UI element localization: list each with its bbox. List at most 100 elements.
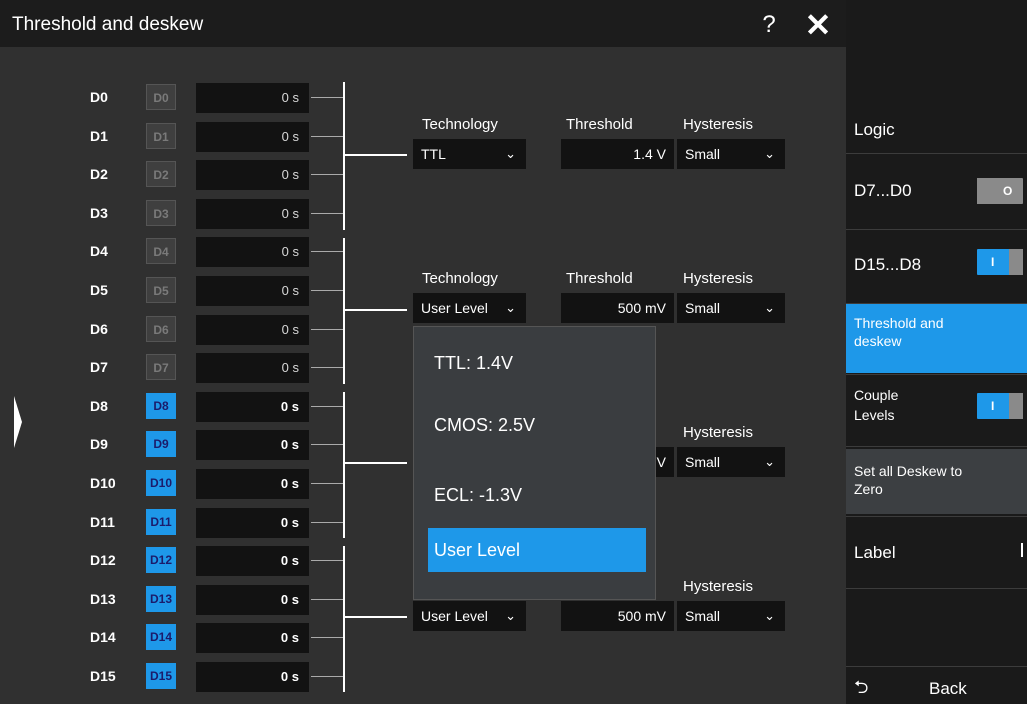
group-bracket (343, 238, 345, 384)
channel-badge: D13 (146, 586, 176, 612)
channel-name: D5 (90, 282, 108, 298)
technology-value: User Level (421, 300, 488, 316)
sidebar-heading: Logic (854, 120, 895, 139)
sidebar-item-couple-levels[interactable]: Couple Levels I (846, 375, 1027, 445)
hysteresis-value: Small (685, 300, 721, 316)
channel-connector (311, 522, 343, 523)
deskew-field[interactable]: 0 s (196, 430, 309, 460)
channel-badge: D1 (146, 123, 176, 149)
technology-option-ttl[interactable]: TTL: 1.4V (428, 341, 646, 385)
channel-badge: D6 (146, 316, 176, 342)
hysteresis-label: Hysteresis (683, 578, 754, 595)
hysteresis-dropdown[interactable]: Small ⌄ (677, 139, 785, 169)
edit-cursor-icon (1021, 543, 1023, 557)
sidebar-item-label: Label (854, 543, 896, 562)
channel-badge: D11 (146, 509, 176, 535)
deskew-field[interactable]: 0 s (196, 585, 309, 615)
group-bracket (343, 546, 345, 692)
channel-badge: D4 (146, 238, 176, 264)
technology-option-cmos[interactable]: CMOS: 2.5V (428, 403, 646, 447)
deskew-field[interactable]: 0 s (196, 469, 309, 499)
deskew-field[interactable]: 0 s (196, 392, 309, 422)
couple-levels-toggle[interactable]: I (977, 393, 1023, 419)
technology-value: User Level (421, 608, 488, 624)
channel-name: D7 (90, 359, 108, 375)
logic-sidebar: Logic D7...D0 O D15...D8 I Threshold and… (846, 0, 1027, 704)
hysteresis-dropdown[interactable]: Small ⌄ (677, 601, 785, 631)
technology-dropdown[interactable]: TTL ⌄ (413, 139, 526, 169)
chevron-down-icon: ⌄ (764, 454, 775, 469)
group-connector (345, 616, 407, 618)
group-connector (345, 462, 407, 464)
deskew-field[interactable]: 0 s (196, 546, 309, 576)
channel-connector (311, 329, 343, 330)
sidebar-item-label: D15...D8 (854, 255, 922, 274)
hysteresis-value: Small (685, 608, 721, 624)
deskew-field[interactable]: 0 s (196, 508, 309, 538)
dialog-title: Threshold and deskew (12, 14, 204, 35)
deskew-field[interactable]: 0 s (196, 662, 309, 692)
technology-option-user-level[interactable]: User Level (428, 528, 646, 572)
d15-d8-toggle[interactable]: I (977, 249, 1023, 275)
sidebar-item-label-button[interactable]: Label (846, 517, 1027, 587)
channel-name: D3 (90, 205, 108, 221)
technology-dropdown[interactable]: User Level ⌄ (413, 601, 526, 631)
expand-left-arrow-icon[interactable] (14, 396, 22, 448)
back-arrow-icon: ⮌ (854, 677, 869, 697)
deskew-field[interactable]: 0 s (196, 160, 309, 190)
technology-option-ecl[interactable]: ECL: -1.3V (428, 473, 646, 517)
threshold-field[interactable]: 1.4 V (561, 139, 674, 169)
help-button[interactable]: ? (757, 8, 781, 42)
deskew-field[interactable]: 0 s (196, 199, 309, 229)
channel-connector (311, 174, 343, 175)
set-all-deskew-to-zero-button[interactable]: Set all Deskew to Zero (846, 449, 1027, 514)
deskew-field[interactable]: 0 s (196, 623, 309, 653)
channel-connector (311, 213, 343, 214)
threshold-label: Threshold (566, 116, 633, 133)
chevron-down-icon: ⌄ (505, 608, 516, 623)
chevron-down-icon: ⌄ (505, 300, 516, 315)
sidebar-item-label: Set all Deskew to Zero (854, 463, 963, 497)
back-label: Back (929, 679, 967, 698)
channel-name: D12 (90, 552, 116, 568)
group-connector (345, 309, 407, 311)
channel-badge: D0 (146, 84, 176, 110)
sidebar-item-threshold-and-deskew[interactable]: Threshold and deskew (846, 304, 1027, 373)
threshold-field[interactable]: 500 mV (561, 293, 674, 323)
deskew-field[interactable]: 0 s (196, 353, 309, 383)
deskew-field[interactable]: 0 s (196, 315, 309, 345)
d7-d0-toggle[interactable]: O (977, 178, 1023, 204)
hysteresis-dropdown[interactable]: Small ⌄ (677, 447, 785, 477)
technology-value: TTL (421, 146, 446, 162)
deskew-field[interactable]: 0 s (196, 122, 309, 152)
divider (846, 446, 1027, 447)
channel-name: D15 (90, 668, 116, 684)
channel-name: D10 (90, 475, 116, 491)
channel-badge: D9 (146, 431, 176, 457)
chevron-down-icon: ⌄ (764, 608, 775, 623)
channel-badge: D14 (146, 624, 176, 650)
technology-dropdown[interactable]: User Level ⌄ (413, 293, 526, 323)
channel-name: D4 (90, 243, 108, 259)
dialog-titlebar: Threshold and deskew ? ✕ (0, 0, 846, 47)
hysteresis-label: Hysteresis (683, 116, 754, 133)
channel-connector (311, 136, 343, 137)
sidebar-item-d15-d8[interactable]: D15...D8 I (846, 230, 1027, 302)
screen: Threshold and deskew ? ✕ D0 D0 0 s D1 D1 0 s D… (0, 0, 1027, 704)
close-button[interactable]: ✕ (801, 8, 835, 42)
channel-badge: D2 (146, 161, 176, 187)
sidebar-item-label: D7...D0 (854, 181, 912, 200)
deskew-field[interactable]: 0 s (196, 237, 309, 267)
channel-name: D9 (90, 436, 108, 452)
technology-label: Technology (422, 116, 498, 133)
chevron-down-icon: ⌄ (764, 146, 775, 161)
deskew-field[interactable]: 0 s (196, 83, 309, 113)
hysteresis-dropdown[interactable]: Small ⌄ (677, 293, 785, 323)
deskew-field[interactable]: 0 s (196, 276, 309, 306)
channel-name: D2 (90, 166, 108, 182)
back-button[interactable]: ⮌ Back (846, 667, 1027, 704)
threshold-field[interactable]: 500 mV (561, 601, 674, 631)
channel-name: D13 (90, 591, 116, 607)
sidebar-item-d7-d0[interactable]: D7...D0 O (846, 154, 1027, 228)
channel-connector (311, 599, 343, 600)
